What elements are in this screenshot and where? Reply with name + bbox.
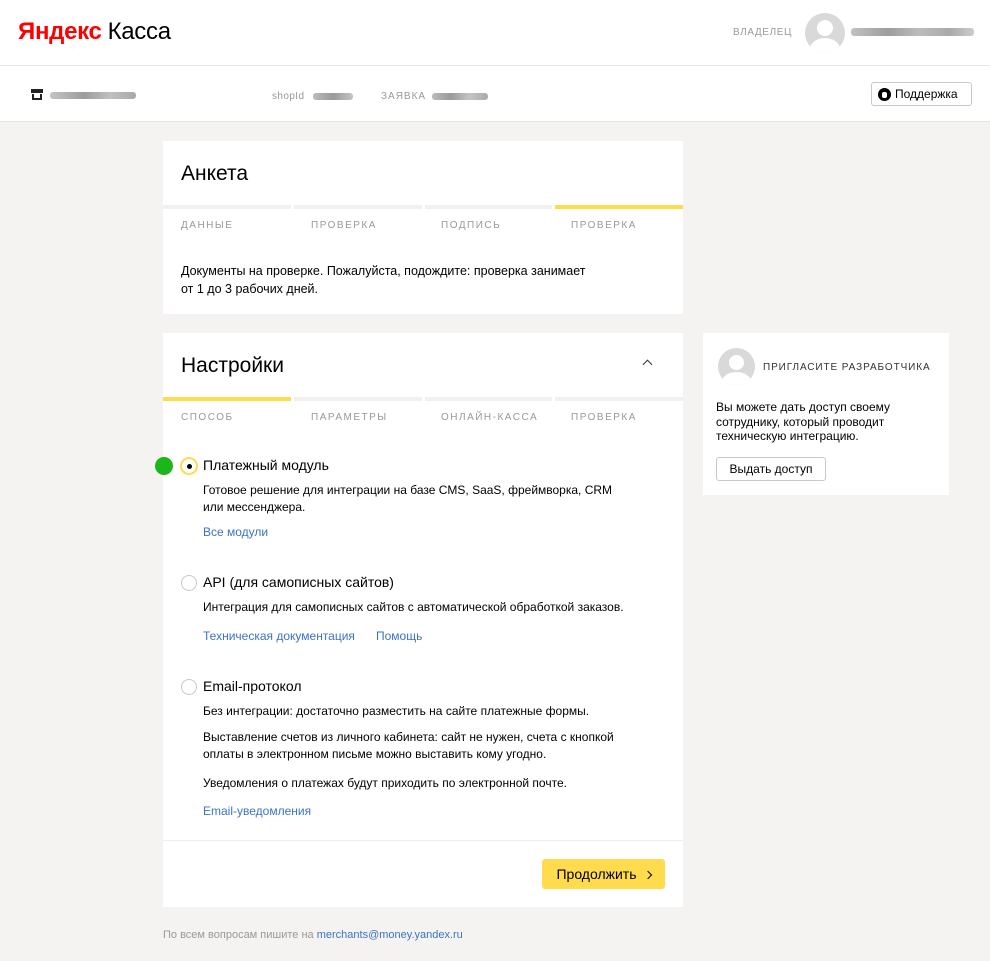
email-protocol-title[interactable]: Email-протокол	[203, 678, 302, 694]
questionnaire-card: Анкета ДАННЫЕ ПРОВЕРКА ПОДПИСЬ ПРОВЕРКА …	[163, 141, 683, 314]
progress-segment-2	[293, 205, 422, 209]
shopid-value-redacted	[313, 93, 353, 100]
collapse-chevron-up-icon[interactable]	[641, 356, 655, 370]
questionnaire-step-labels: ДАННЫЕ ПРОВЕРКА ПОДПИСЬ ПРОВЕРКА	[163, 220, 683, 231]
settings-card: Настройки СПОСОБ ПАРАМЕТРЫ ОНЛАЙН-КАССА …	[155, 333, 683, 907]
logo-product: Касса	[107, 18, 171, 45]
progress-segment-1	[163, 397, 291, 401]
yandex-kassa-logo[interactable]: Яндекс Касса	[18, 18, 171, 46]
status-dot-icon	[155, 457, 173, 475]
invite-text-line: Вы можете дать доступ своему	[716, 400, 891, 414]
help-link[interactable]: Помощь	[376, 629, 422, 643]
support-button[interactable]: Поддержка	[871, 82, 972, 106]
store-icon	[31, 89, 43, 100]
progress-segment-4	[555, 397, 683, 401]
api-title[interactable]: API (для самописных сайтов)	[203, 574, 394, 590]
top-header: Яндекс Касса ВЛАДЕЛЕЦ	[0, 0, 990, 66]
description-line: Готовое решение для интеграции на базе C…	[203, 483, 613, 497]
merchants-email-link[interactable]: merchants@money.yandex.ru	[317, 929, 463, 941]
owner-role-label: ВЛАДЕЛЕЦ	[733, 27, 792, 38]
organization-name-redacted	[50, 92, 136, 99]
email-protocol-description-2: Выставление счетов из личного кабинета: …	[203, 729, 643, 763]
technical-docs-link[interactable]: Техническая документация	[203, 629, 355, 643]
step-label-final-check: ПРОВЕРКА	[571, 220, 637, 231]
settings-footer-divider	[163, 840, 683, 841]
email-protocol-description-1: Без интеграции: достаточно разместить на…	[203, 704, 590, 718]
step-label-method: СПОСОБ	[181, 412, 234, 423]
logo-brand: Яндекс	[18, 18, 102, 45]
email-notifications-link[interactable]: Email-уведомления	[203, 804, 311, 818]
api-description: Интеграция для самописных сайтов с автом…	[203, 599, 643, 616]
description-line: Выставление счетов из личного кабинета: …	[203, 730, 614, 744]
verification-message-line: от 1 до 3 рабочих дней.	[181, 282, 319, 296]
description-line: оплаты в электронном письме можно выстав…	[203, 747, 547, 761]
shopid-label: shopId	[272, 91, 305, 102]
headset-icon	[878, 87, 891, 101]
step-label-check: ПРОВЕРКА	[571, 412, 637, 423]
application-label: ЗАЯВКА	[381, 91, 427, 102]
footer-contact-text: По всем вопросам пишите на	[163, 929, 314, 941]
description-line: или мессенджера.	[203, 500, 306, 514]
step-label-data: ДАННЫЕ	[181, 220, 234, 231]
step-label-signature: ПОДПИСЬ	[441, 220, 502, 231]
email-protocol-radio[interactable]	[181, 679, 197, 695]
verification-message-line: Документы на проверке. Пожалуйста, подож…	[181, 264, 586, 278]
description-line: Интеграция для самописных сайтов с автом…	[203, 600, 624, 614]
settings-step-labels: СПОСОБ ПАРАМЕТРЫ ОНЛАЙН-КАССА ПРОВЕРКА	[163, 412, 683, 423]
user-email-redacted[interactable]	[851, 28, 974, 36]
progress-segment-2	[293, 397, 422, 401]
grant-access-button[interactable]: Выдать доступ	[716, 457, 826, 481]
settings-progress	[163, 397, 683, 401]
all-modules-link[interactable]: Все модули	[203, 525, 268, 539]
verification-message: Документы на проверке. Пожалуйста, подож…	[181, 262, 641, 298]
settings-title: Настройки	[181, 354, 284, 377]
step-label-online-kassa: ОНЛАЙН-КАССА	[441, 412, 539, 423]
payment-module-description: Готовое решение для интеграции на базе C…	[203, 482, 643, 516]
step-label-parameters: ПАРАМЕТРЫ	[311, 412, 388, 423]
progress-segment-3	[424, 397, 553, 401]
continue-button-label: Продолжить	[556, 866, 637, 882]
invite-text-line: сотруднику, который проводит	[716, 414, 885, 429]
user-avatar-icon[interactable]	[805, 13, 845, 53]
invite-developer-text: Вы можете дать доступ своему сотруднику,…	[716, 400, 936, 444]
email-protocol-description-3: Уведомления о платежах будут приходить п…	[203, 776, 567, 790]
step-label-check: ПРОВЕРКА	[311, 220, 377, 231]
invite-developer-title: ПРИГЛАСИТЕ РАЗРАБОТЧИКА	[763, 362, 931, 373]
questionnaire-title: Анкета	[181, 162, 249, 185]
questionnaire-progress	[163, 205, 683, 209]
progress-segment-3	[424, 205, 553, 209]
footer-contact-note: По всем вопросам пишите на merchants@mon…	[163, 929, 463, 941]
invite-text-line: техническую интеграцию.	[716, 429, 859, 443]
developer-avatar-icon	[718, 348, 755, 385]
chevron-right-icon	[643, 870, 652, 879]
progress-segment-1	[163, 205, 291, 209]
payment-module-radio[interactable]	[181, 458, 197, 474]
support-button-label: Поддержка	[895, 87, 958, 101]
progress-segment-4	[555, 205, 683, 209]
shop-info-bar: shopId ЗАЯВКА	[0, 66, 990, 122]
payment-module-title[interactable]: Платежный модуль	[203, 457, 329, 473]
api-radio[interactable]	[181, 575, 197, 591]
invite-developer-card: ПРИГЛАСИТЕ РАЗРАБОТЧИКА Вы можете дать д…	[703, 333, 949, 495]
continue-button[interactable]: Продолжить	[542, 859, 665, 889]
application-value-redacted	[432, 93, 488, 100]
